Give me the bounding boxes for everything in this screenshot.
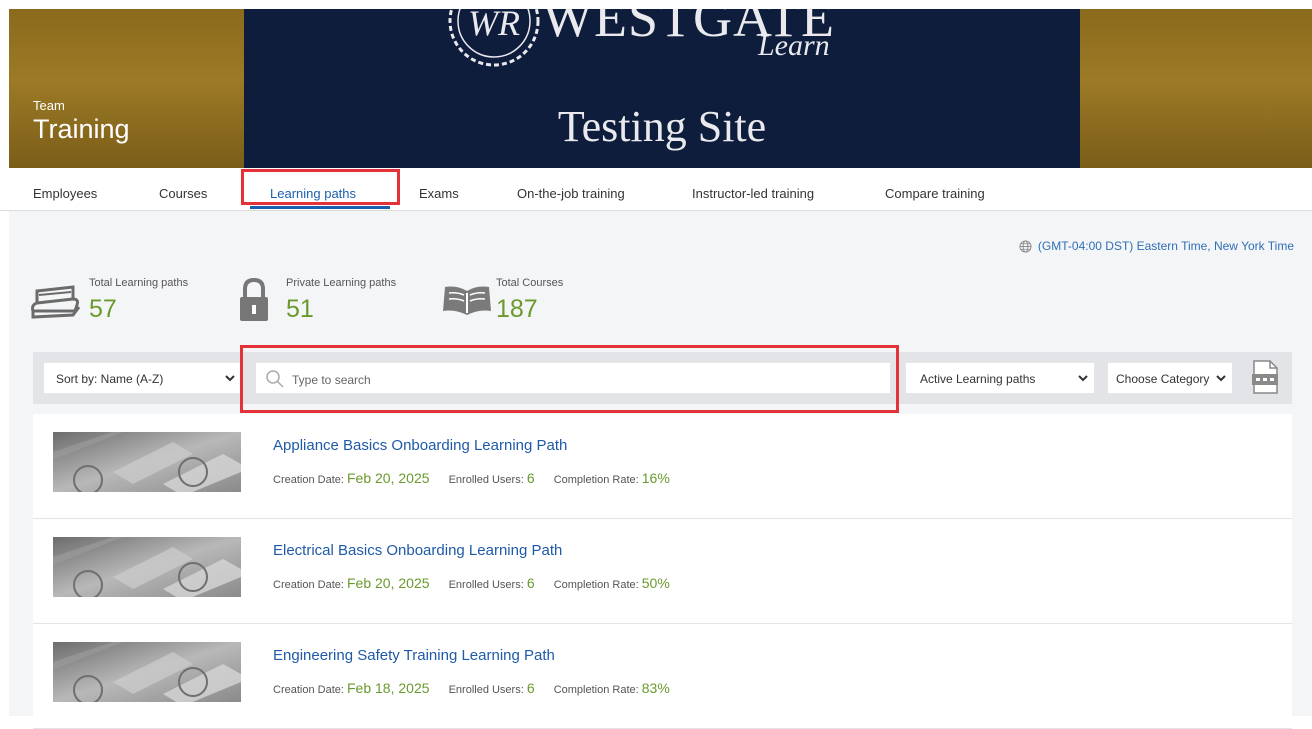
learning-path-meta: Creation Date: Feb 20, 2025 Enrolled Use… [273,575,670,591]
list-item: Engineering Safety Training Learning Pat… [33,624,1292,729]
enrolled-users-label: Enrolled Users: [448,474,524,486]
chevron-down-icon [1078,375,1088,382]
stat-value: 187 [496,295,538,323]
main-nav: Employees Courses Learning paths Exams O… [0,168,1312,211]
stat-label: Total Courses [496,277,564,289]
header-banner: WR WESTGATE Learn Testing Site [244,9,1080,168]
team-title[interactable]: Training [33,114,130,145]
stat-label: Private Learning paths [286,277,397,289]
status-select-value: Active Learning paths [920,372,1036,386]
svg-text:WR: WR [468,9,520,43]
globe-icon [1019,239,1032,253]
learning-path-thumbnail [53,642,241,702]
lock-icon [240,277,268,321]
open-book-icon [443,286,491,315]
enrolled-users-value: 6 [526,680,535,696]
enrolled-users-value: 6 [526,575,535,591]
creation-date-label: Creation Date: [273,684,344,696]
site-header: WR WESTGATE Learn Testing Site Team Trai… [0,0,1312,168]
enrolled-users-label: Enrolled Users: [448,579,524,591]
tab-compare-training[interactable]: Compare training [885,186,985,201]
timezone-link[interactable]: (GMT-04:00 DST) Eastern Time, New York T… [1019,239,1294,253]
sort-select[interactable]: Sort by: Name (A-Z) [43,362,242,394]
learning-path-title[interactable]: Engineering Safety Training Learning Pat… [273,647,555,664]
header-gold-panel-right [1080,9,1312,168]
timezone-label: (GMT-04:00 DST) Eastern Time, New York T… [1037,239,1294,253]
stat-value: 57 [89,295,117,323]
learning-path-meta: Creation Date: Feb 18, 2025 Enrolled Use… [273,680,670,696]
tab-courses[interactable]: Courses [159,186,207,201]
category-select[interactable]: Choose Category [1107,362,1233,394]
filter-bar: Sort by: Name (A-Z) Active Learning path… [33,352,1292,404]
stat-label: Total Learning paths [89,277,189,289]
tab-employees[interactable]: Employees [33,186,97,201]
search-box[interactable] [255,362,891,394]
completion-rate-label: Completion Rate: [553,684,639,696]
enrolled-users-label: Enrolled Users: [448,684,524,696]
csv-file-icon[interactable] [1251,360,1279,394]
completion-rate-label: Completion Rate: [553,579,639,591]
list-item: Appliance Basics Onboarding Learning Pat… [33,414,1292,519]
learning-path-title[interactable]: Appliance Basics Onboarding Learning Pat… [273,437,567,454]
completion-rate-label: Completion Rate: [553,474,639,486]
active-tab-indicator [250,206,390,209]
tab-instructor-led-training[interactable]: Instructor-led training [692,186,814,201]
completion-rate-value: 83% [641,680,670,696]
learning-path-meta: Creation Date: Feb 20, 2025 Enrolled Use… [273,470,670,486]
creation-date-label: Creation Date: [273,579,344,591]
team-label: Team [33,98,65,113]
completion-rate-value: 16% [641,470,670,486]
creation-date-value: Feb 20, 2025 [347,470,430,486]
creation-date-value: Feb 20, 2025 [347,575,430,591]
stat-value: 51 [286,295,314,323]
westgate-logo-icon: WR [448,9,540,67]
enrolled-users-value: 6 [526,470,535,486]
completion-rate-value: 50% [641,575,670,591]
site-title: Testing Site [557,102,767,151]
search-input[interactable] [290,369,874,391]
learning-path-thumbnail [53,432,241,492]
tab-learning-paths[interactable]: Learning paths [270,186,356,201]
category-select-value: Choose Category [1116,372,1210,386]
main-content: (GMT-04:00 DST) Eastern Time, New York T… [9,211,1312,729]
creation-date-value: Feb 18, 2025 [347,680,430,696]
chevron-down-icon [1216,375,1226,382]
chevron-down-icon [225,375,235,382]
learning-path-list: Appliance Basics Onboarding Learning Pat… [33,414,1292,729]
tab-exams[interactable]: Exams [419,186,459,201]
search-icon [266,370,284,388]
tab-on-the-job-training[interactable]: On-the-job training [517,186,625,201]
status-select[interactable]: Active Learning paths [905,362,1095,394]
learning-path-title[interactable]: Electrical Basics Onboarding Learning Pa… [273,542,562,559]
brand-subtitle: Learn [758,29,830,62]
sort-select-value: Sort by: Name (A-Z) [56,372,164,386]
creation-date-label: Creation Date: [273,474,344,486]
books-icon [31,285,81,319]
learning-path-thumbnail [53,537,241,597]
list-item: Electrical Basics Onboarding Learning Pa… [33,519,1292,624]
